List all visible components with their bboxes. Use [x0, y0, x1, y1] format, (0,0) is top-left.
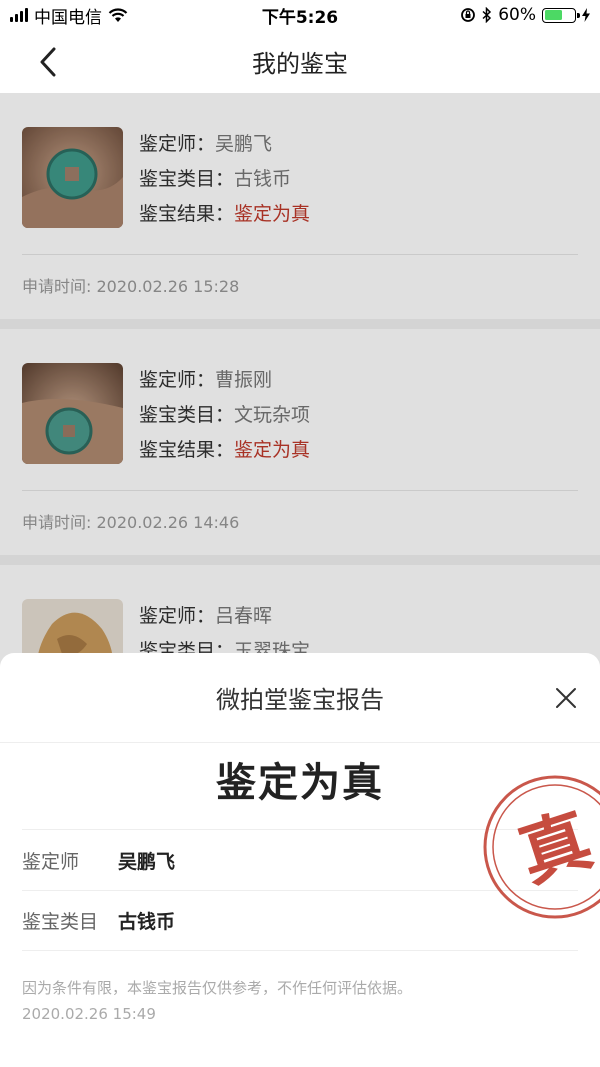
back-button[interactable]: [30, 44, 66, 80]
report-category-label: 鉴宝类目: [22, 911, 99, 933]
stamp-char: 真: [509, 797, 600, 898]
report-category-value: 古钱币: [118, 911, 176, 933]
report-appraiser-label: 鉴定师: [22, 850, 80, 873]
wifi-icon: [108, 7, 128, 22]
nav-bar: 我的鉴宝: [0, 30, 600, 93]
charging-icon: [582, 8, 590, 22]
authentic-stamp: 真: [483, 775, 600, 919]
sheet-header: 微拍堂鉴宝报告: [0, 653, 600, 743]
bluetooth-icon: [482, 7, 492, 23]
close-icon: [556, 688, 576, 708]
status-right: 60%: [460, 5, 590, 25]
signal-icon: [10, 8, 28, 22]
report-disclaimer: 因为条件有限，本鉴宝报告仅供参考，不作任何评估依据。 2020.02.26 15…: [22, 975, 578, 1027]
report-title: 微拍堂鉴宝报告: [216, 686, 384, 714]
carrier-label: 中国电信: [34, 7, 102, 28]
battery-icon: [542, 7, 580, 23]
report-time: 2020.02.26 15:49: [22, 1005, 156, 1023]
battery-percent: 60%: [498, 5, 536, 25]
disclaimer-text: 因为条件有限，本鉴宝报告仅供参考，不作任何评估依据。: [22, 979, 413, 997]
page-title: 我的鉴宝: [252, 50, 348, 78]
close-button[interactable]: [554, 686, 578, 710]
orientation-lock-icon: [461, 8, 476, 22]
status-left: 中国电信: [10, 3, 128, 28]
status-bar: 中国电信 下午5:26 60%: [0, 0, 600, 30]
report-appraiser-value: 吴鹏飞: [118, 850, 176, 873]
chevron-left-icon: [40, 47, 56, 77]
